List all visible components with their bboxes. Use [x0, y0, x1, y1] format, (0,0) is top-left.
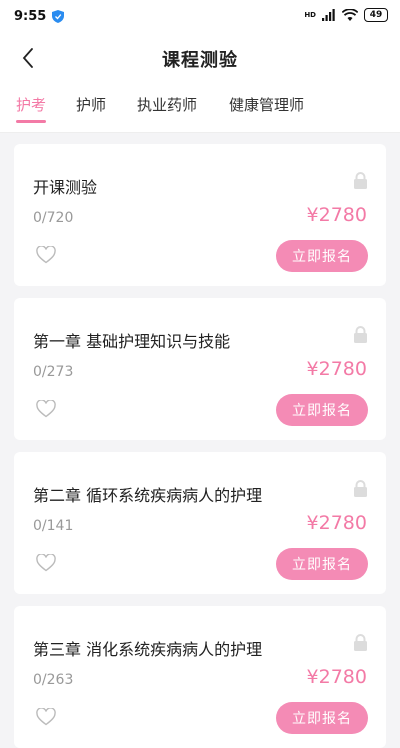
signup-button[interactable]: 立即报名 [276, 548, 368, 580]
status-bar: 9:55 HD 49 [0, 0, 400, 34]
shield-icon [52, 10, 64, 23]
course-title: 第一章 基础护理知识与技能 [33, 332, 231, 351]
signup-button[interactable]: 立即报名 [276, 240, 368, 272]
signup-button[interactable]: 立即报名 [276, 702, 368, 734]
wifi-icon [342, 9, 358, 21]
page-title: 课程测验 [162, 50, 238, 71]
course-title: 第二章 循环系统疾病病人的护理 [33, 486, 263, 505]
tab-jiankang-guanlishi[interactable]: 健康管理师 [229, 94, 304, 115]
course-title: 第三章 消化系统疾病病人的护理 [33, 640, 263, 659]
lock-icon [354, 634, 367, 651]
course-progress: 0/720 [33, 210, 74, 226]
tab-active-indicator [16, 120, 46, 123]
course-price: ¥2780 [306, 666, 367, 688]
tab-zhiye-yaoshi[interactable]: 执业药师 [137, 94, 197, 115]
tab-hushi[interactable]: 护师 [76, 94, 106, 115]
lock-icon [354, 172, 367, 189]
course-progress: 0/141 [33, 518, 74, 534]
category-tabs: 护考 护师 执业药师 健康管理师 [0, 82, 400, 133]
course-progress: 0/263 [33, 672, 74, 688]
heart-icon[interactable] [36, 554, 56, 572]
status-icons: HD 49 [304, 8, 388, 22]
tab-hukao[interactable]: 护考 [16, 94, 46, 115]
course-price: ¥2780 [306, 358, 367, 380]
course-price: ¥2780 [306, 204, 367, 226]
status-time: 9:55 [14, 9, 47, 24]
heart-icon[interactable] [36, 400, 56, 418]
lock-icon [354, 326, 367, 343]
course-title: 开课测验 [33, 178, 98, 197]
course-card[interactable]: 第三章 消化系统疾病病人的护理 0/263 ¥2780 立即报名 [14, 606, 386, 748]
signal-icon [322, 9, 335, 21]
course-card[interactable]: 第一章 基础护理知识与技能 0/273 ¥2780 立即报名 [14, 298, 386, 440]
battery-icon: 49 [364, 8, 388, 22]
nav-bar: 课程测验 [0, 34, 400, 82]
heart-icon[interactable] [36, 246, 56, 264]
course-card[interactable]: 开课测验 0/720 ¥2780 立即报名 [14, 144, 386, 286]
signup-button[interactable]: 立即报名 [276, 394, 368, 426]
course-price: ¥2780 [306, 512, 367, 534]
network-label: HD [304, 10, 316, 19]
lock-icon [354, 480, 367, 497]
course-card[interactable]: 第二章 循环系统疾病病人的护理 0/141 ¥2780 立即报名 [14, 452, 386, 594]
course-progress: 0/273 [33, 364, 74, 380]
